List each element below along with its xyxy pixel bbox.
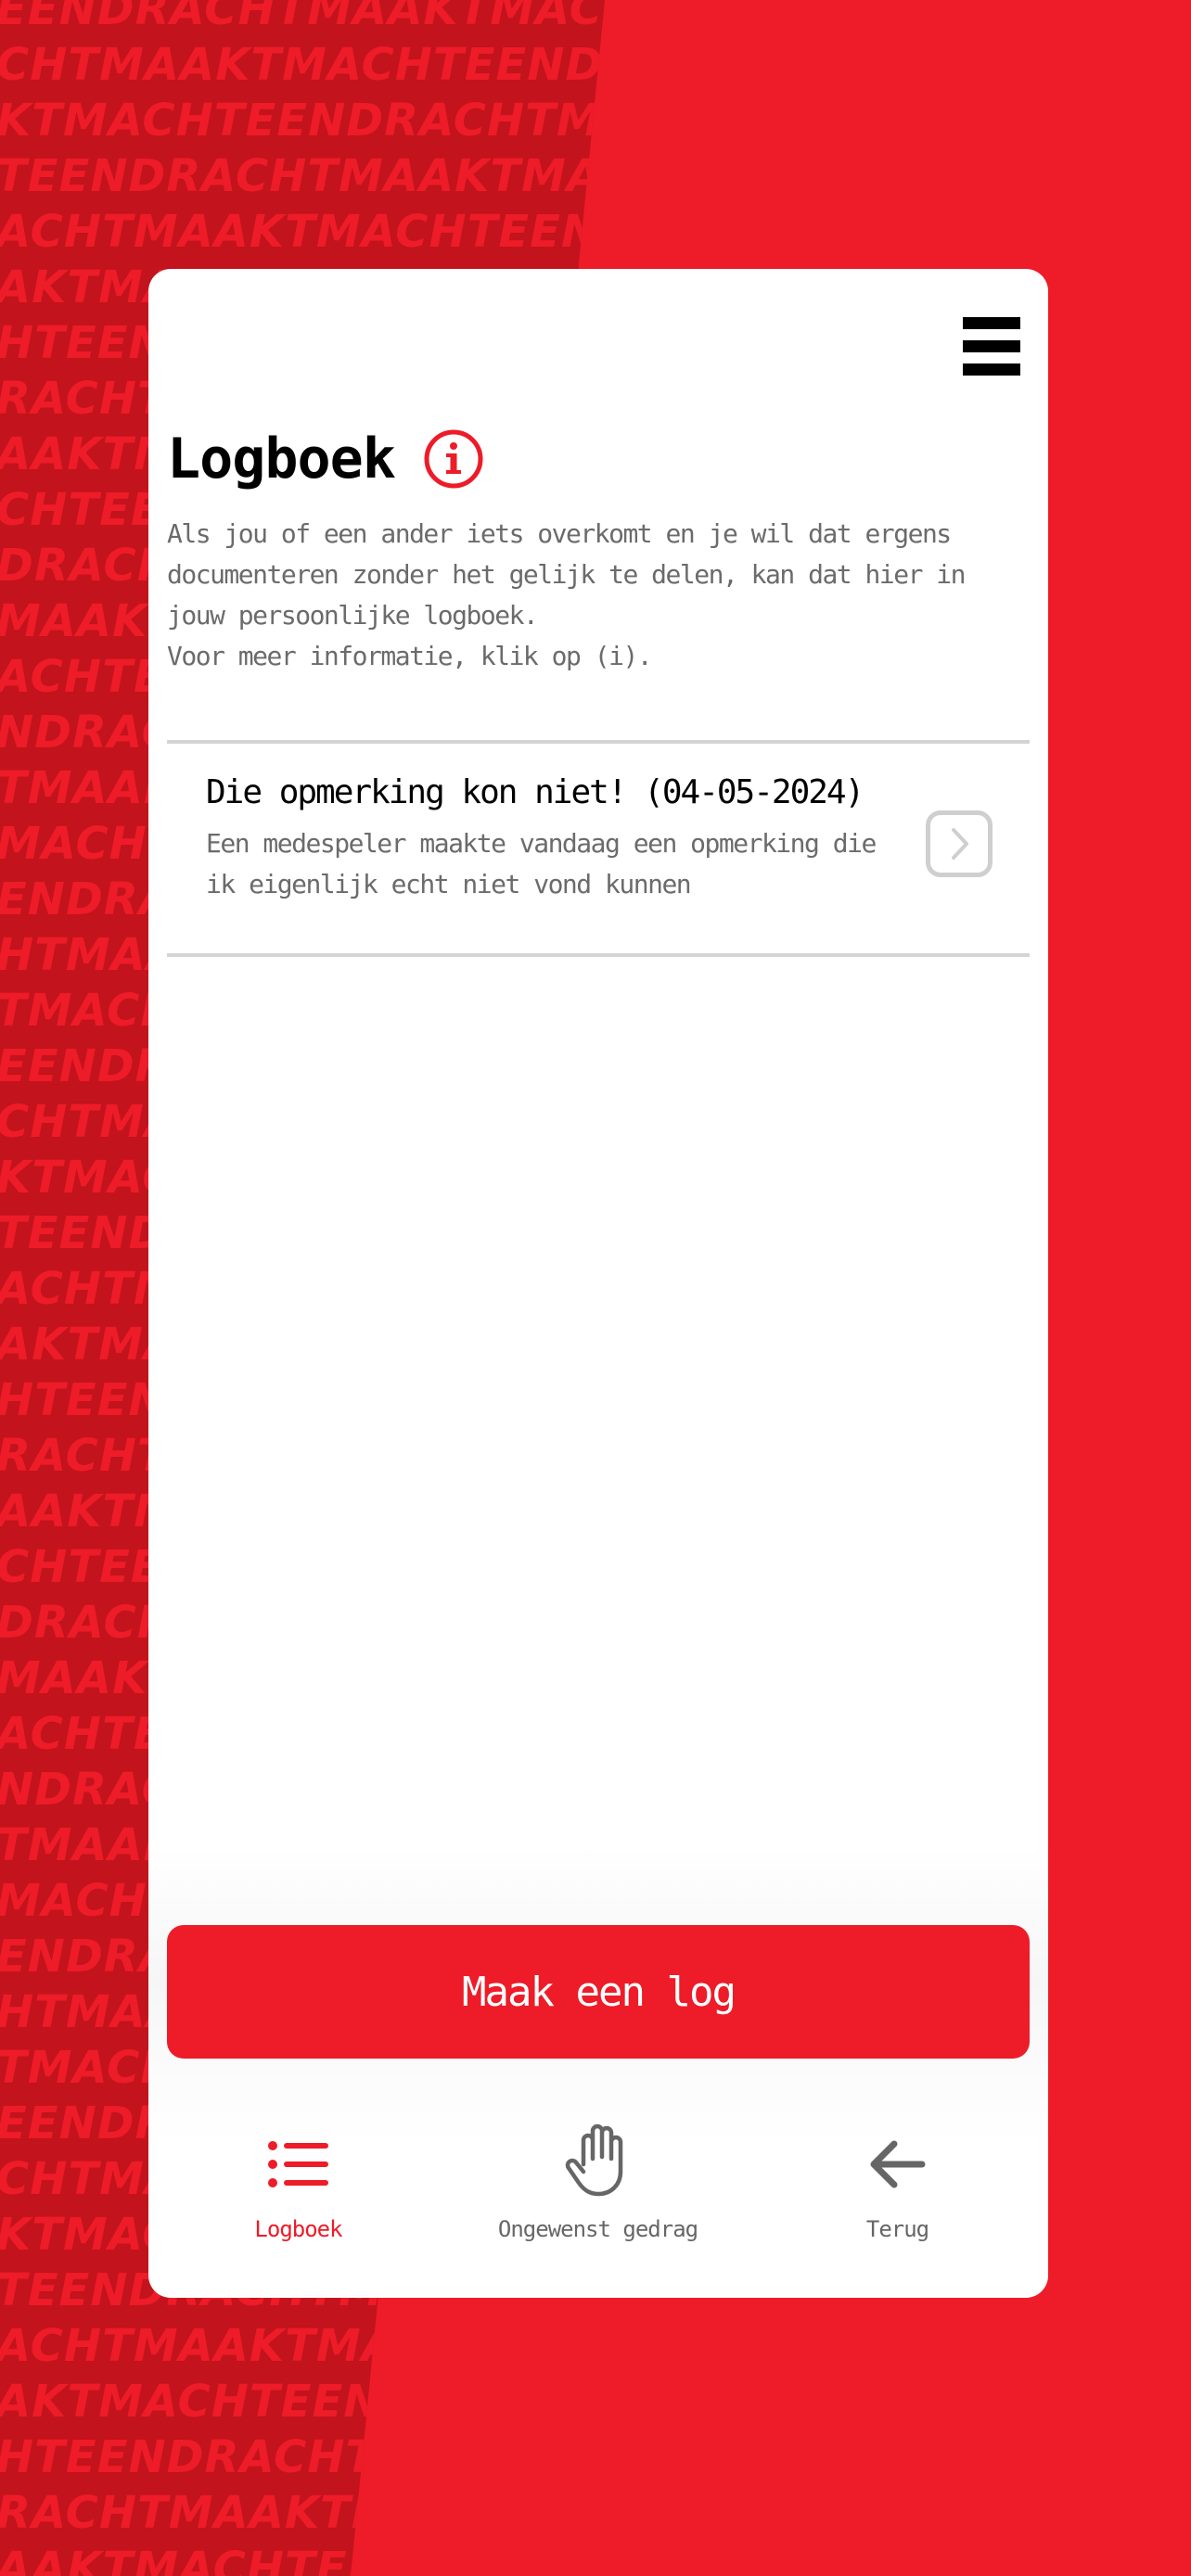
- list-icon: [267, 2141, 328, 2187]
- intro-hint: Voor meer informatie, klik op (i).: [167, 641, 653, 671]
- background-word-row: AKTMACHTEENDRACHTMAAKTMACHTEENDRACHTMAAK…: [0, 2376, 1165, 2428]
- divider-bottom: [167, 953, 1030, 957]
- background-word-row: EENDRACHTMAAKTMACHTEENDRACHTMAAKTMACHTEE…: [0, 0, 1167, 35]
- log-item-title: Die opmerking kon niet! (04-05-2024): [206, 773, 864, 811]
- log-item-description: Een medespeler maakte vandaag een opmerk…: [206, 828, 877, 899]
- page-title: Logboek: [167, 427, 396, 491]
- background-word-row: ACHTMAAKTMACHTEENDRACHTMAAKTMACHTEENDRAC…: [0, 2320, 1175, 2372]
- tab-label-terug: Terug: [865, 2216, 929, 2242]
- background-word-row: AAKTMACHTEENDRACHTMAAKTMACHTEENDRACHTMAA…: [0, 2543, 1167, 2576]
- log-list-item[interactable]: Die opmerking kon niet! (04-05-2024) Een…: [167, 744, 1030, 948]
- intro-text: Als jou of een ander iets overkomt en je…: [167, 514, 1030, 677]
- bottom-tab-bar: Logboek Ongewenst gedrag Terug: [148, 2114, 1048, 2281]
- title-row: Logboek: [167, 427, 484, 491]
- background-word-row: CHTMAAKTMACHTEENDRACHTMAAKTMACHTEENDRACH…: [0, 39, 1172, 91]
- tab-logboek[interactable]: Logboek: [148, 2114, 448, 2281]
- make-log-button[interactable]: Maak een log: [167, 1925, 1030, 2059]
- main-card: Logboek Als jou of een ander iets overko…: [148, 269, 1048, 2298]
- background-word-row: KTMACHTEENDRACHTMAAKTMACHTEENDRACHTMAAKT…: [0, 95, 1163, 147]
- arrow-left-icon: [870, 2140, 925, 2188]
- hand-stop-icon: [565, 2123, 622, 2197]
- background-word-row: TEENDRACHTMAAKTMACHTEENDRACHTMAAKTMACHTE…: [0, 150, 1167, 202]
- tab-ongewenst-gedrag[interactable]: Ongewenst gedrag: [448, 2114, 748, 2281]
- background-word-row: RACHTMAAKTMACHTEENDRACHTMAAKTMACHTEENDRA…: [0, 2487, 1179, 2539]
- background-word-row: HTEENDRACHTMAAKTMACHTEENDRACHTMAAKTMACHT…: [0, 2431, 1170, 2483]
- tab-label-ongewenst-gedrag: Ongewenst gedrag: [497, 2216, 698, 2242]
- tab-label-logboek: Logboek: [254, 2216, 342, 2242]
- tab-terug[interactable]: Terug: [748, 2114, 1047, 2281]
- intro-paragraph: Als jou of een ander iets overkomt en je…: [167, 518, 967, 631]
- chevron-right-icon[interactable]: [926, 810, 992, 877]
- background-word-row: ACHTMAAKTMACHTEENDRACHTMAAKTMACHTEENDRAC…: [0, 206, 1175, 258]
- hamburger-menu-icon[interactable]: [963, 317, 1020, 376]
- info-circle-icon[interactable]: [423, 428, 484, 490]
